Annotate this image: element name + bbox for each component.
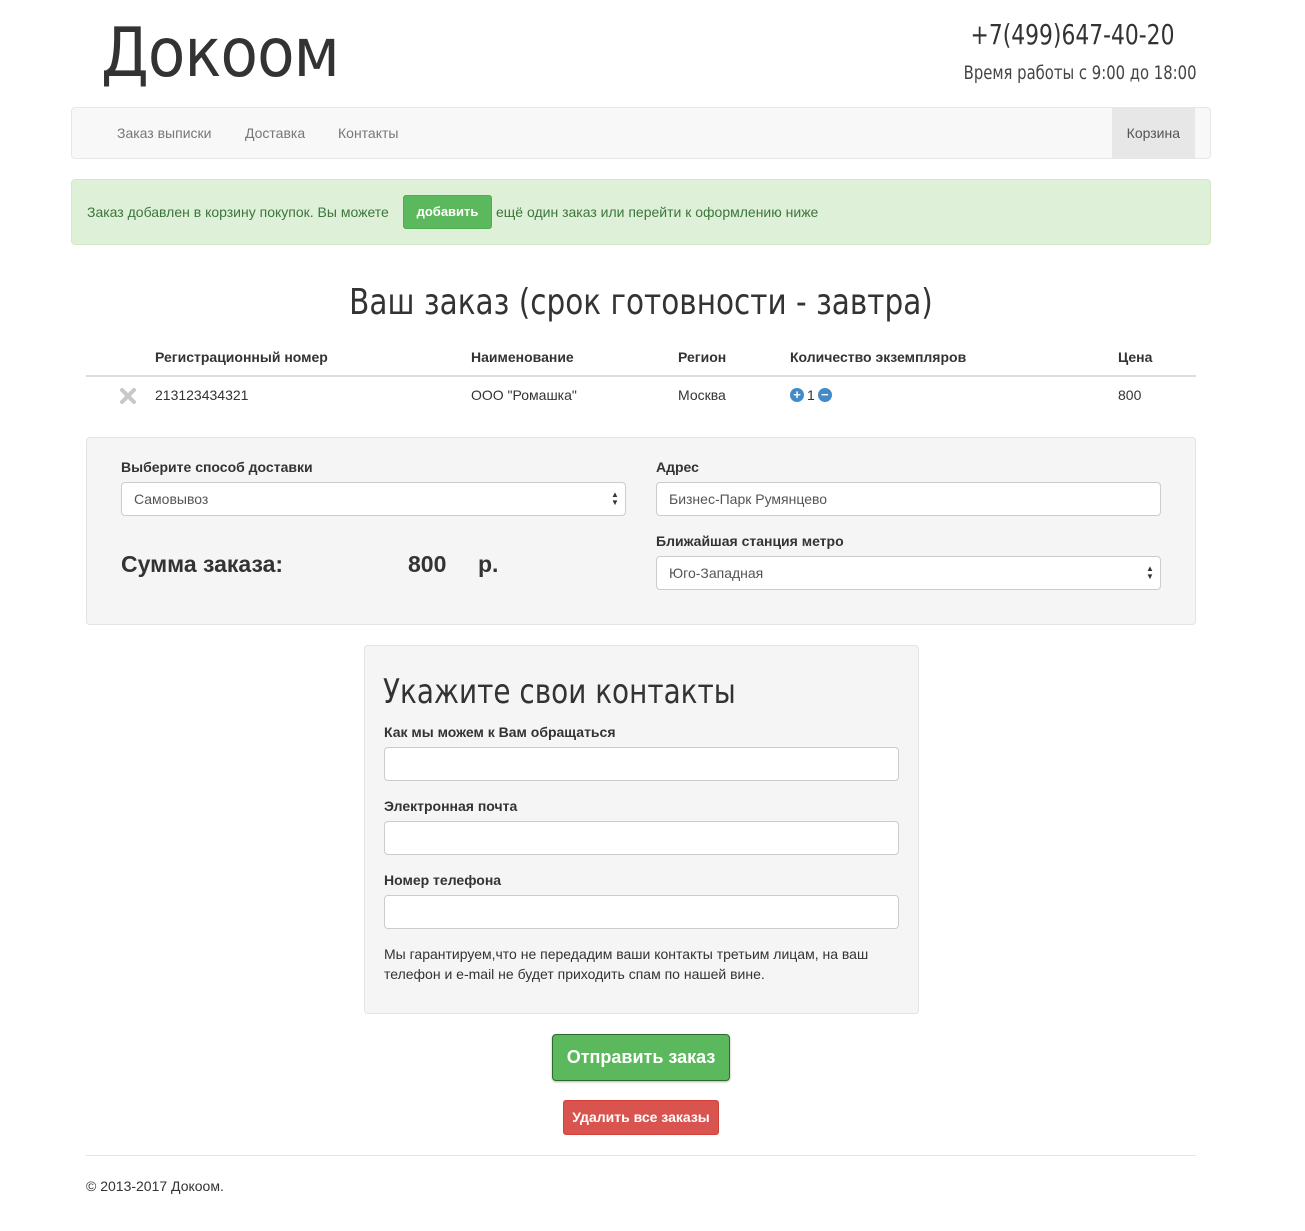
company-name-cell: ООО "Ромашка" xyxy=(471,387,577,403)
delivery-method-select[interactable]: Самовывоз ▲ ▼ xyxy=(121,482,626,516)
copyright-icon: © xyxy=(86,1178,97,1194)
add-another-order-button[interactable]: добавить xyxy=(403,195,492,229)
metro-value: Юго-Западная xyxy=(669,565,764,581)
quantity-value: 1 xyxy=(807,387,815,403)
name-input[interactable] xyxy=(384,747,899,781)
column-header-reg-number: Регистрационный номер xyxy=(155,349,328,365)
phone-number: +7(499)647-40-20 xyxy=(970,18,1174,51)
region-cell: Москва xyxy=(678,387,726,403)
working-hours: Время работы с 9:00 до 18:00 xyxy=(963,62,1196,84)
column-header-region: Регион xyxy=(678,349,727,365)
order-sum-label: Сумма заказа: xyxy=(121,551,284,577)
order-sum-currency: р. xyxy=(478,551,499,577)
nav-item-contacts[interactable]: Контакты xyxy=(338,108,398,158)
alert-text-after: ещё один заказ или перейти к оформлению … xyxy=(496,204,819,220)
select-arrows-icon: ▲ ▼ xyxy=(611,490,619,507)
order-title: Ваш заказ (срок готовности - завтра) xyxy=(349,282,933,323)
table-header-divider xyxy=(86,375,1196,377)
submit-order-button[interactable]: Отправить заказ xyxy=(552,1034,730,1081)
contacts-title: Укажите свои контакты xyxy=(383,672,736,712)
email-input[interactable] xyxy=(384,821,899,855)
delivery-method-label: Выберите способ доставки xyxy=(121,459,313,475)
nav-item-delivery[interactable]: Доставка xyxy=(245,108,305,158)
success-alert: Заказ добавлен в корзину покупок. Вы мож… xyxy=(71,179,1211,245)
phone-input[interactable] xyxy=(384,895,899,929)
site-logo[interactable]: Докоом xyxy=(101,14,340,93)
column-header-name: Наименование xyxy=(471,349,574,365)
address-input[interactable]: Бизнес-Парк Румянцево xyxy=(656,482,1161,516)
minus-icon[interactable]: − xyxy=(817,388,832,402)
phone-label: Номер телефона xyxy=(384,872,502,888)
column-header-price: Цена xyxy=(1118,349,1153,365)
footer: © 2013-2017 Докоом. xyxy=(86,1178,224,1194)
column-header-quantity: Количество экземпляров xyxy=(790,349,967,365)
copyright-text: 2013-2017 Докоом. xyxy=(100,1178,224,1194)
reg-number-cell: 213123434321 xyxy=(155,387,249,403)
address-label: Адрес xyxy=(656,459,699,475)
price-cell: 800 xyxy=(1118,387,1142,403)
nav-item-order-extract[interactable]: Заказ выписки xyxy=(117,108,211,158)
metro-select[interactable]: Юго-Западная ▲ ▼ xyxy=(656,556,1161,590)
delete-all-orders-button[interactable]: Удалить все заказы xyxy=(563,1100,719,1135)
nav-item-cart[interactable]: Корзина xyxy=(1111,108,1195,158)
delivery-method-value: Самовывоз xyxy=(134,491,209,507)
plus-icon[interactable]: + xyxy=(790,388,804,402)
remove-icon[interactable] xyxy=(118,386,138,406)
footer-divider xyxy=(86,1155,1196,1156)
metro-label: Ближайшая станция метро xyxy=(656,533,844,549)
navbar: Заказ выписки Доставка Контакты Корзина xyxy=(71,107,1211,159)
email-label: Электронная почта xyxy=(384,798,518,814)
select-arrows-icon: ▲ ▼ xyxy=(1146,564,1154,581)
privacy-note: Мы гарантируем,что не передадим ваши кон… xyxy=(384,946,869,982)
name-label: Как мы можем к Вам обращаться xyxy=(384,724,616,740)
order-sum-value: 800 xyxy=(408,551,447,577)
quantity-stepper: + 1 − xyxy=(790,387,832,403)
alert-text-before: Заказ добавлен в корзину покупок. Вы мож… xyxy=(87,204,389,220)
